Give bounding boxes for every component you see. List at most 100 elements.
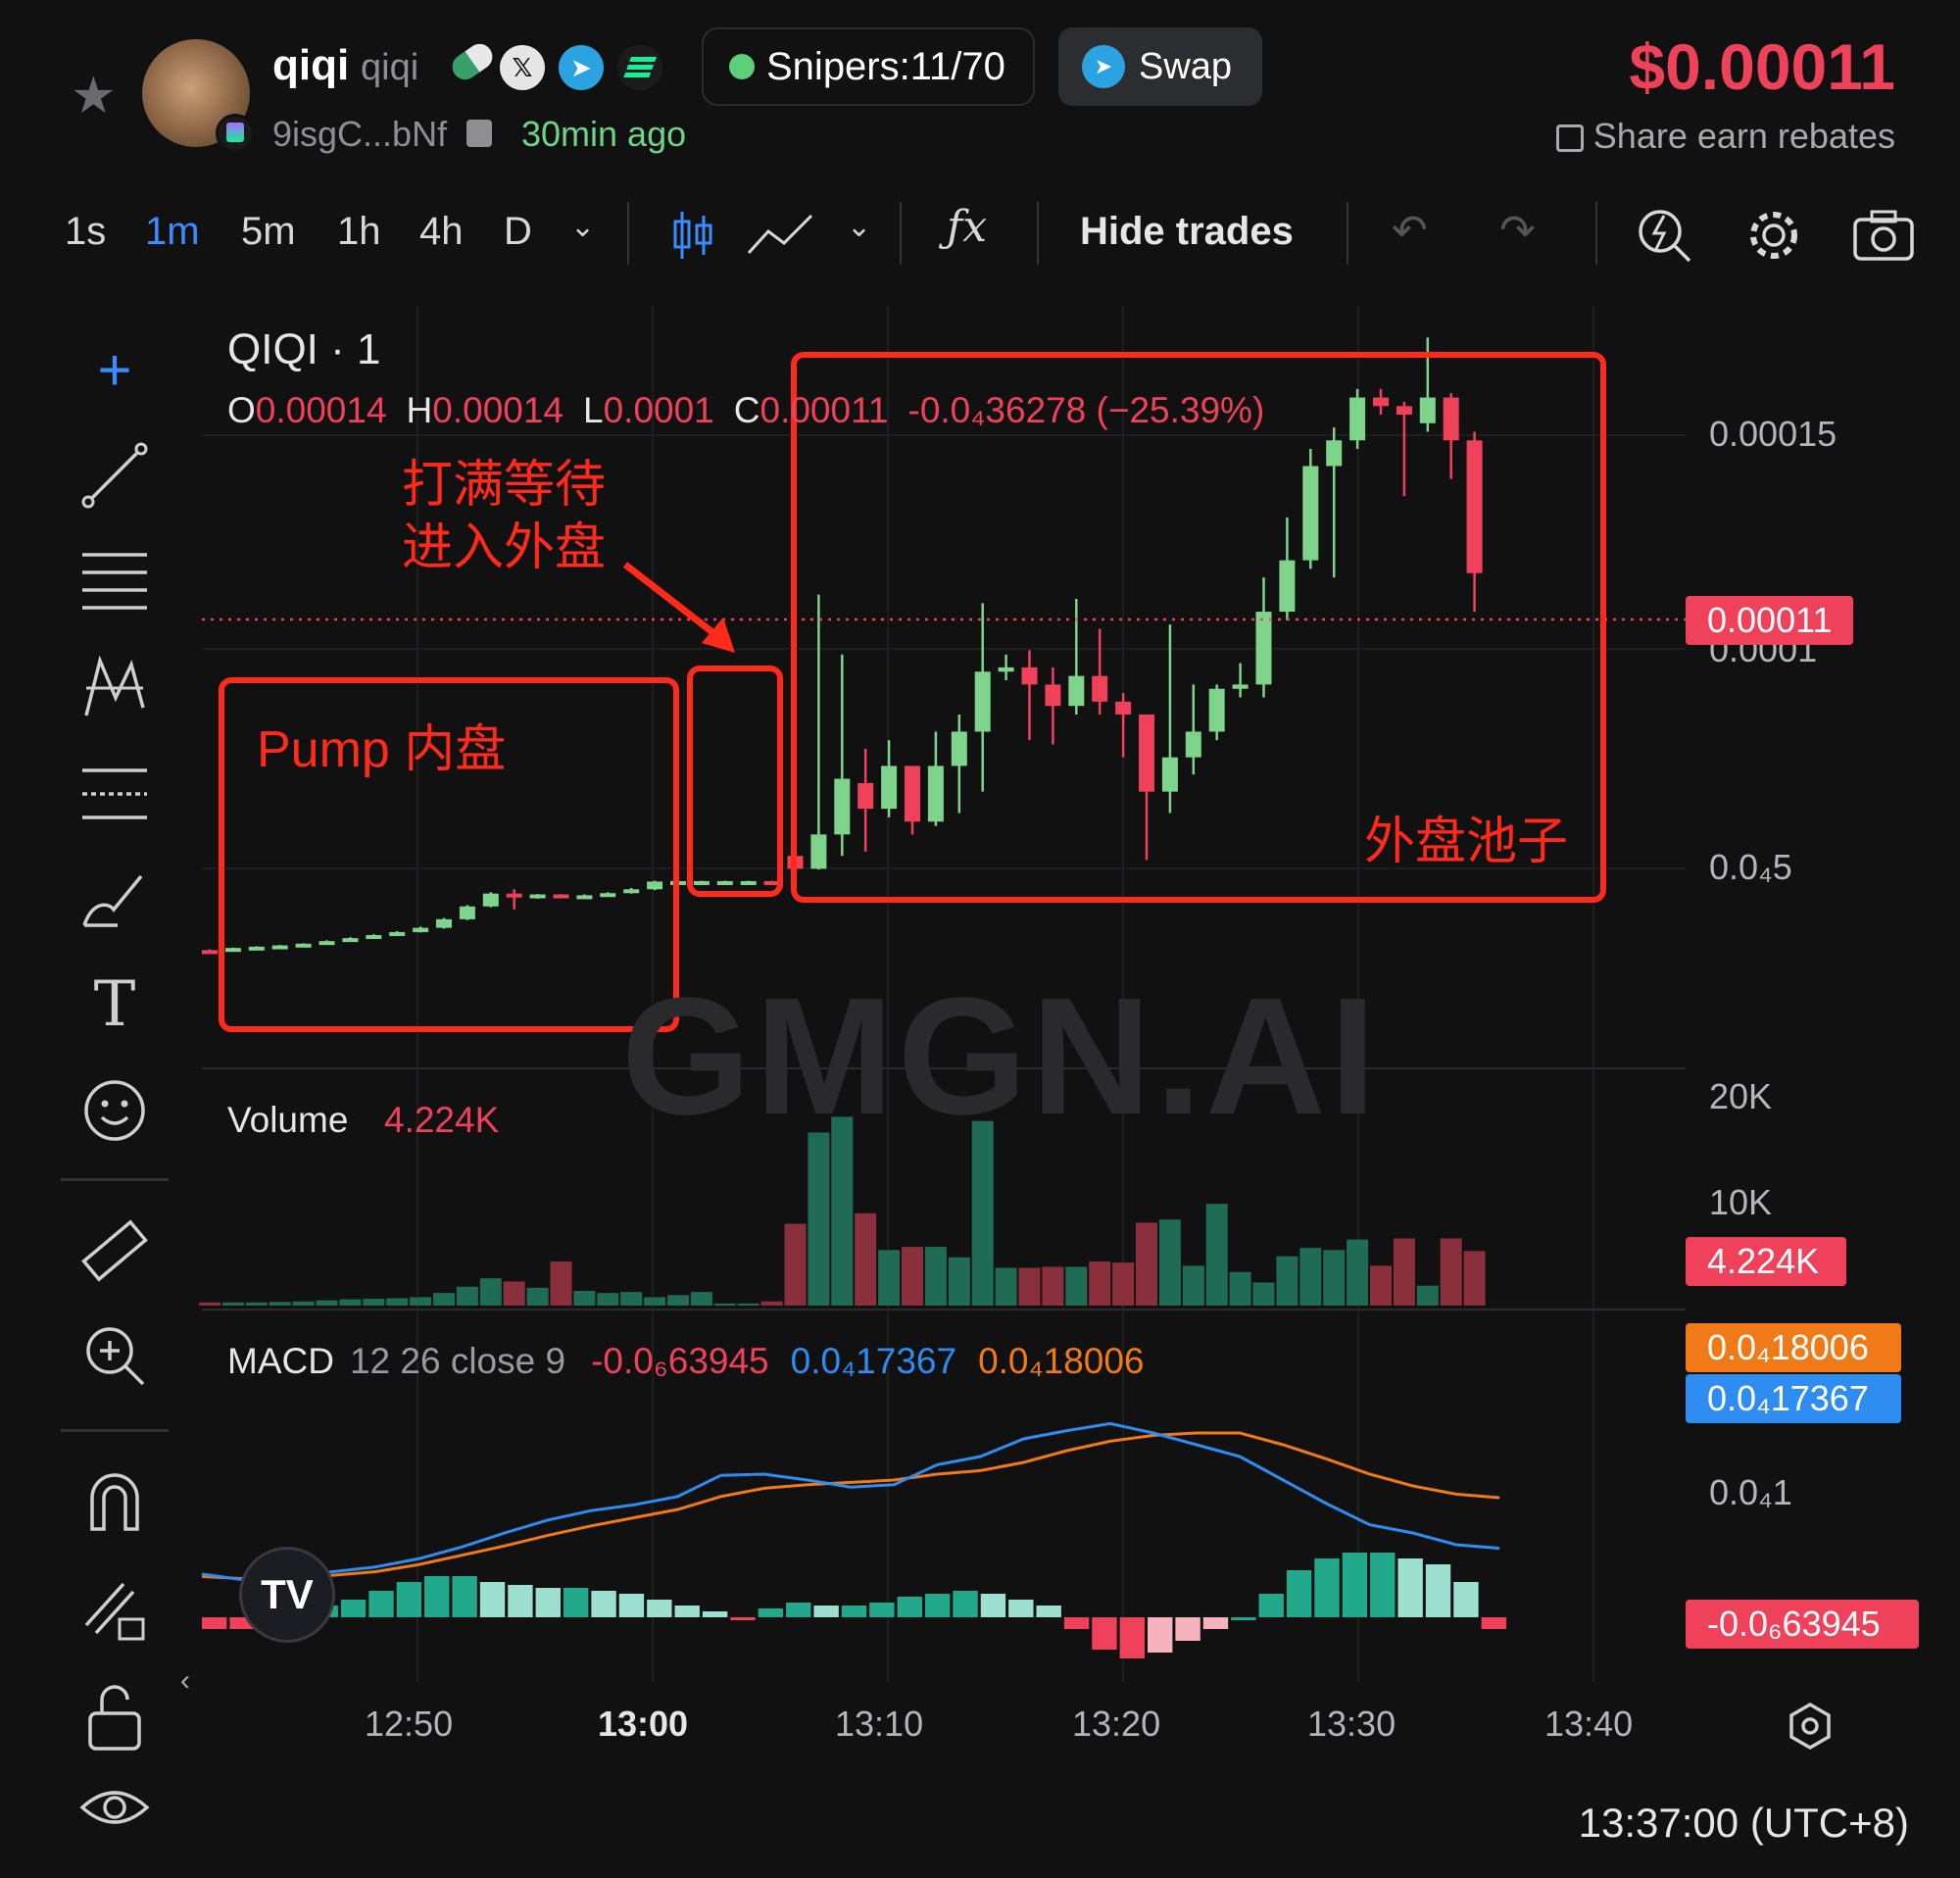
macd-hist-bar xyxy=(1370,1553,1396,1617)
volume-bar xyxy=(1276,1256,1298,1306)
macd-hist-bar xyxy=(1119,1617,1146,1658)
macd-hist-bar xyxy=(1008,1600,1034,1617)
volume-bar xyxy=(1299,1248,1322,1306)
volume-bar xyxy=(433,1293,455,1306)
volume-bar xyxy=(1440,1238,1462,1306)
macd-hist-bar xyxy=(535,1588,561,1617)
volume-bar xyxy=(1042,1266,1064,1306)
price-axis-tick: 0.00015 xyxy=(1709,414,1838,454)
time-axis-tick: 12:50 xyxy=(365,1704,454,1744)
volume-bar xyxy=(1018,1267,1041,1306)
macd-hist-bar xyxy=(591,1591,616,1617)
candle-body xyxy=(295,943,312,948)
candle-body xyxy=(810,834,827,869)
volume-bar xyxy=(855,1212,877,1306)
volume-bar xyxy=(784,1223,807,1306)
ohlc-legend: O 0.00014 H 0.00014 L 0.0001 C 0.00011 -0.0₄… xyxy=(227,390,1264,431)
candle-body xyxy=(506,893,522,898)
volume-label: Volume xyxy=(227,1100,349,1140)
volume-bar xyxy=(503,1281,525,1306)
candle-body xyxy=(553,894,569,899)
macd-signal-tag: 0.0₄18006 xyxy=(1686,1323,1901,1372)
ohlc-high: 0.00014 xyxy=(432,390,564,430)
candle-body xyxy=(951,731,967,766)
volume-bar xyxy=(199,1302,220,1306)
volume-bar xyxy=(456,1286,478,1306)
volume-bar xyxy=(995,1267,1017,1306)
candle-body xyxy=(647,881,663,890)
tradingview-logo-icon[interactable]: TV xyxy=(239,1547,335,1643)
macd-hist-bar xyxy=(841,1606,867,1617)
ohlc-l-label: L xyxy=(583,390,604,430)
volume-bar xyxy=(1416,1285,1439,1306)
volume-bar xyxy=(1112,1262,1135,1306)
volume-bar xyxy=(1065,1266,1088,1306)
inner-pool-annotation: Pump 内盘 xyxy=(257,721,507,778)
candle-body xyxy=(1349,397,1366,441)
chart-symbol-title: QIQI · 1 xyxy=(227,325,381,373)
candle-body xyxy=(1068,675,1085,707)
candle-body xyxy=(1443,397,1459,441)
macd-hist-bar xyxy=(1286,1570,1312,1617)
time-axis-tick: 13:20 xyxy=(1072,1704,1161,1744)
candle-body xyxy=(1185,731,1201,758)
macd-legend: MACD 12 26 close 9 -0.0₆63945 0.0₄17367 … xyxy=(227,1341,1145,1382)
volume-bar xyxy=(1323,1250,1346,1306)
ohlc-h-label: H xyxy=(406,390,433,430)
volume-tag: 4.224K xyxy=(1686,1237,1846,1286)
chart-settings-icon[interactable] xyxy=(1786,1702,1835,1751)
macd-hist-bar xyxy=(1202,1617,1229,1629)
volume-bar xyxy=(597,1293,619,1306)
volume-bar xyxy=(1252,1282,1275,1306)
macd-hist-bar xyxy=(758,1608,784,1617)
macd-hist-bar xyxy=(869,1603,895,1617)
candle-body xyxy=(1419,397,1436,423)
macd-hist-bar xyxy=(1342,1553,1368,1617)
candle-body xyxy=(1139,714,1154,792)
macd-hist-bar xyxy=(202,1617,227,1629)
candle-body xyxy=(1115,701,1132,715)
volume-bar xyxy=(410,1297,432,1306)
macd-hist-bar xyxy=(1314,1558,1340,1617)
ohlc-change: -0.0₄36278 (−25.39%) xyxy=(907,390,1265,430)
macd-hist-bar xyxy=(618,1594,645,1617)
candle-body xyxy=(1255,612,1272,685)
macd-hist-bar xyxy=(730,1617,756,1620)
volume-bar xyxy=(550,1261,572,1306)
volume-axis-tick: 20K xyxy=(1709,1076,1773,1116)
candle-body xyxy=(693,880,710,885)
candle-body xyxy=(998,667,1014,672)
macd-hist-bar xyxy=(1175,1617,1200,1641)
macd-hist-bar xyxy=(368,1591,394,1617)
volume-bar xyxy=(1089,1261,1111,1306)
macd-hist-bar xyxy=(563,1588,589,1617)
volume-bar xyxy=(737,1303,760,1306)
candle-body xyxy=(834,778,851,835)
watermark: GMGN.AI xyxy=(621,964,1381,1150)
macd-hist-bar xyxy=(1036,1606,1061,1617)
candle-body xyxy=(459,906,475,919)
macd-hist-bar xyxy=(1481,1617,1506,1629)
macd-main-line xyxy=(201,1421,1500,1582)
candle-body xyxy=(600,893,616,898)
ohlc-low: 0.0001 xyxy=(603,390,714,430)
candle-body xyxy=(318,941,335,946)
volume-bar xyxy=(363,1299,385,1306)
macd-hist-bar xyxy=(953,1591,978,1617)
candle-body xyxy=(1396,406,1412,416)
macd-hist-bar xyxy=(813,1606,839,1617)
ohlc-c-label: C xyxy=(733,390,760,430)
macd-hist-bar xyxy=(1453,1582,1479,1617)
time-axis-tick: 13:00 xyxy=(598,1704,689,1744)
volume-bar xyxy=(221,1302,244,1306)
candle-body xyxy=(413,927,429,932)
candle-body xyxy=(1021,667,1038,685)
volume-bar xyxy=(1393,1238,1415,1306)
time-axis-tick: 13:30 xyxy=(1307,1704,1396,1744)
ohlc-o-label: O xyxy=(227,390,256,430)
volume-bar xyxy=(1205,1204,1228,1306)
volume-bar xyxy=(1370,1265,1392,1306)
macd-hist-bar xyxy=(340,1600,367,1617)
time-axis-tick: 13:40 xyxy=(1544,1704,1634,1744)
macd-hist-bar xyxy=(1231,1617,1256,1620)
